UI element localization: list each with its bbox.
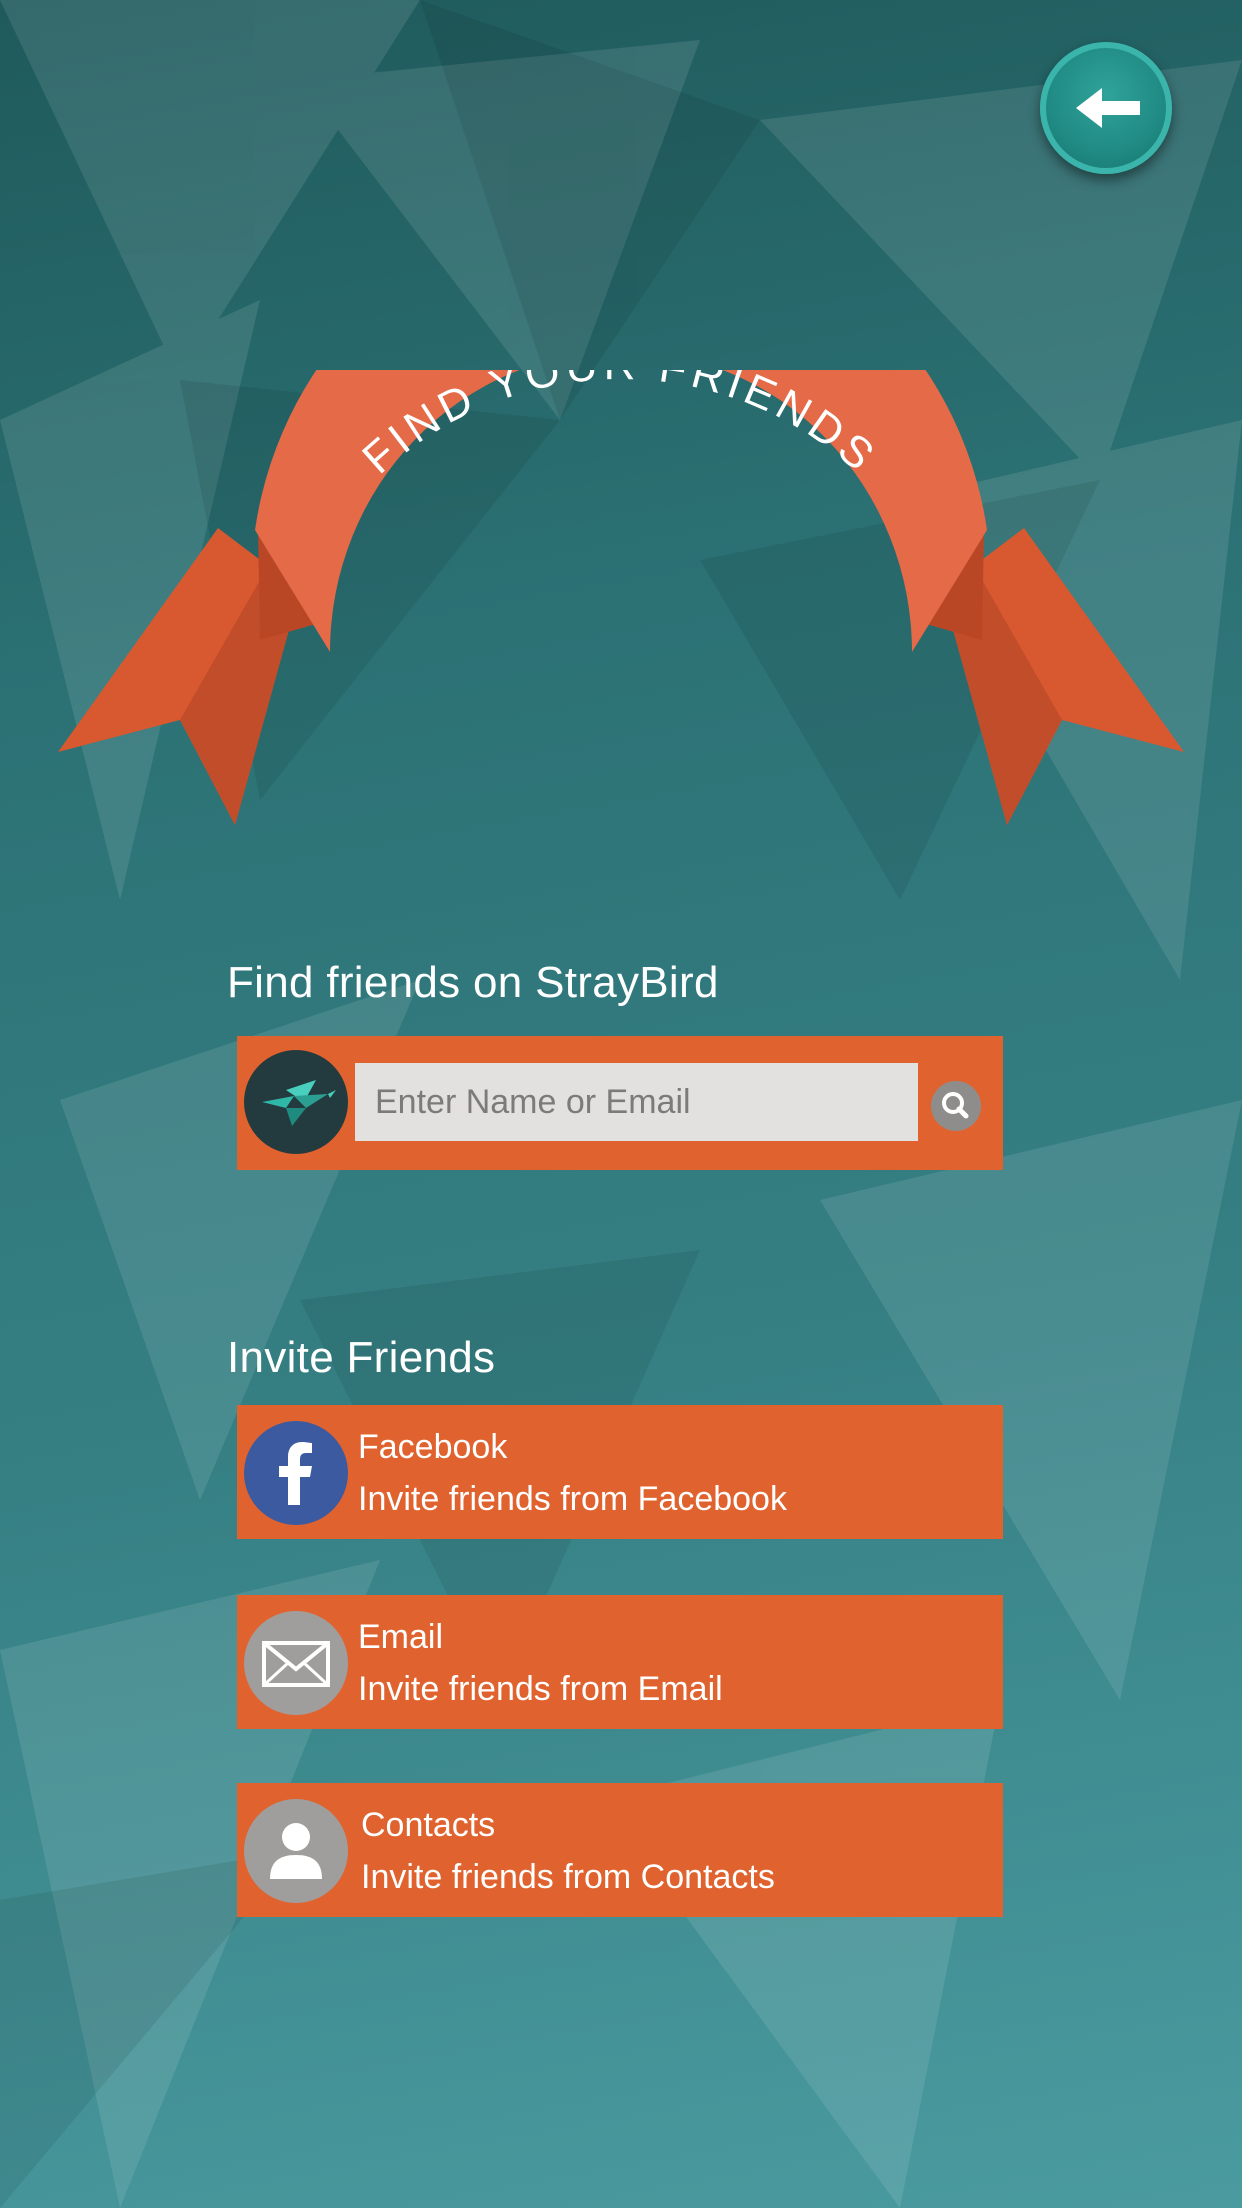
magnifier-icon [942, 1092, 969, 1119]
facebook-avatar [244, 1421, 348, 1525]
search-panel [237, 1036, 1003, 1170]
find-friends-heading: Find friends on StrayBird [227, 958, 719, 1007]
invite-contacts-item[interactable]: Contacts Invite friends from Contacts [237, 1783, 1003, 1917]
left-arrow-icon [1076, 88, 1140, 128]
invite-facebook-title: Facebook [358, 1428, 508, 1466]
invite-friends-heading: Invite Friends [227, 1333, 496, 1382]
invite-email-subtitle: Invite friends from Email [358, 1670, 723, 1708]
envelope-icon [262, 1641, 330, 1687]
invite-contacts-text: Contacts Invite friends from Contacts [361, 1799, 775, 1903]
invite-email-text: Email Invite friends from Email [358, 1611, 723, 1715]
invite-contacts-title: Contacts [361, 1806, 496, 1844]
app-logo-avatar [244, 1050, 348, 1154]
banner-ribbon: FIND YOUR FRIENDS [58, 370, 1184, 825]
person-icon [270, 1823, 322, 1879]
invite-facebook-text: Facebook Invite friends from Facebook [358, 1421, 787, 1525]
facebook-icon [279, 1442, 312, 1505]
invite-contacts-subtitle: Invite friends from Contacts [361, 1858, 775, 1896]
search-button[interactable] [931, 1081, 981, 1131]
back-button[interactable] [1040, 42, 1172, 174]
contacts-avatar [244, 1799, 348, 1903]
hummingbird-icon [262, 1080, 336, 1126]
email-avatar [244, 1611, 348, 1715]
invite-email-item[interactable]: Email Invite friends from Email [237, 1595, 1003, 1729]
invite-facebook-subtitle: Invite friends from Facebook [358, 1480, 787, 1518]
search-input[interactable] [355, 1063, 918, 1141]
invite-email-title: Email [358, 1618, 444, 1656]
invite-facebook-item[interactable]: Facebook Invite friends from Facebook [237, 1405, 1003, 1539]
